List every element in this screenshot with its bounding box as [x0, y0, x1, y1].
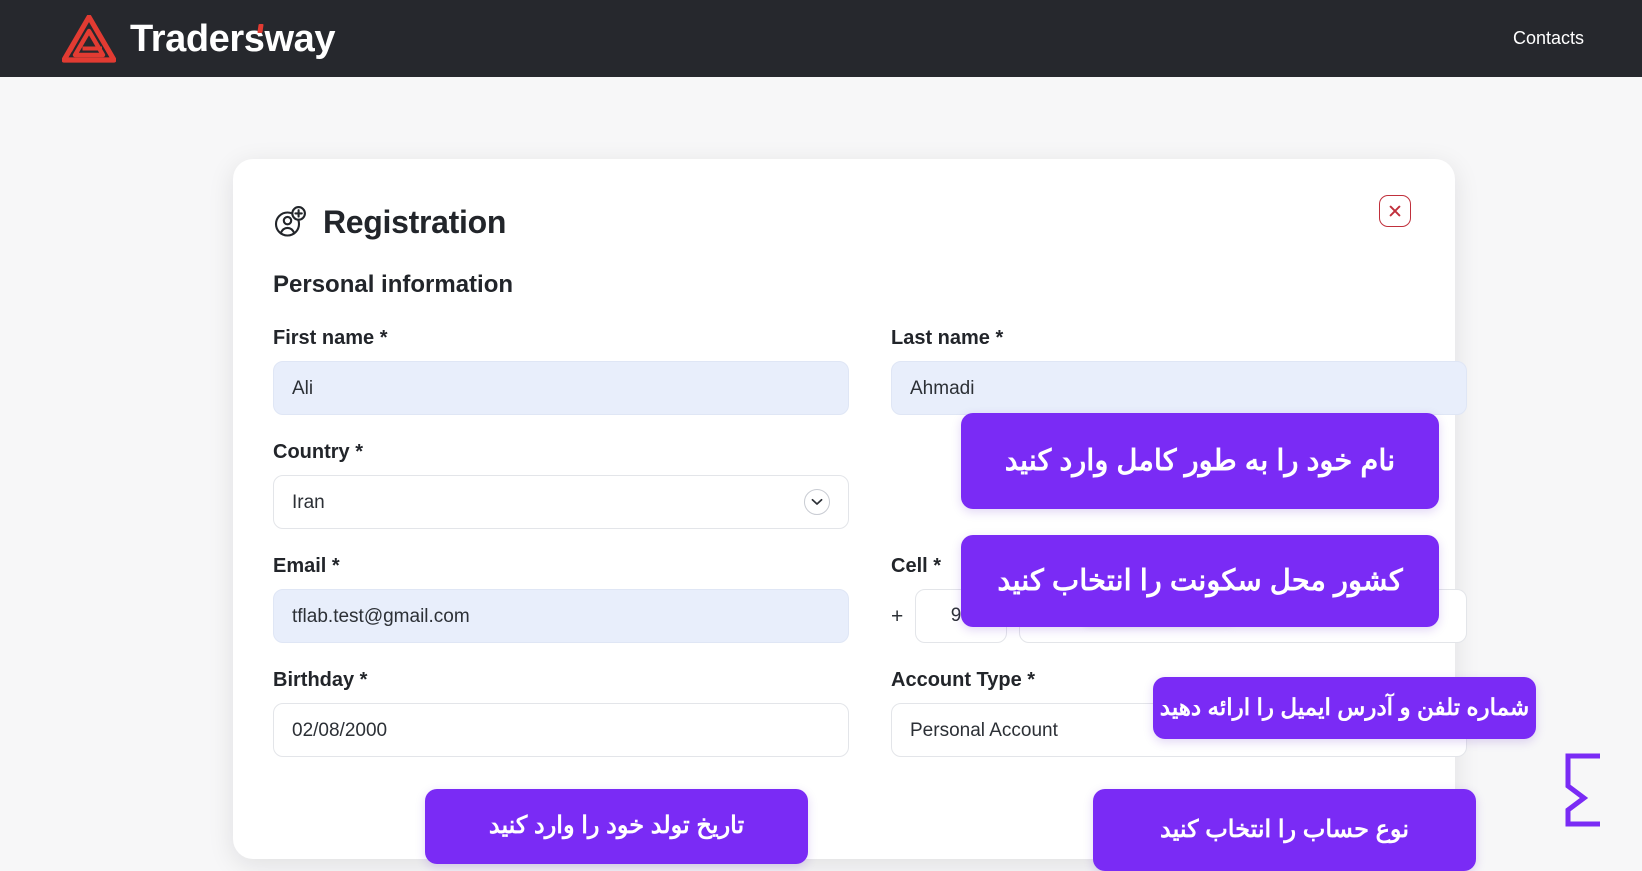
field-first-name: First name * Ali	[273, 327, 849, 415]
phone-plus-sign: +	[891, 604, 904, 628]
header-nav: Contacts	[1513, 28, 1584, 49]
page-title: Registration	[323, 204, 507, 240]
first-name-value: Ali	[292, 377, 314, 399]
chevron-down-icon[interactable]	[804, 489, 830, 515]
label-last-name: Last name *	[891, 327, 1004, 349]
tooltip-country[interactable]: کشور محل سکونت را انتخاب کنید	[961, 535, 1439, 627]
label-first-name: First name *	[273, 327, 388, 349]
add-user-icon	[273, 205, 307, 239]
registration-card: Registration Personal information First …	[233, 159, 1467, 859]
brand-logo[interactable]: Tradersway	[62, 14, 336, 63]
label-email: Email *	[273, 555, 340, 577]
email-field[interactable]: tflab.test@gmail.com	[273, 589, 849, 643]
account-type-value: Personal Account	[910, 719, 1058, 741]
section-title-personal-information: Personal information	[273, 271, 514, 298]
birthday-value: 02/08/2000	[292, 719, 388, 741]
field-birthday: Birthday * 02/08/2000	[273, 669, 849, 757]
tooltip-account-type[interactable]: نوع حساب را انتخاب کنید	[1093, 789, 1476, 871]
tradersway-impossible-triangle-logo	[62, 14, 116, 63]
nav-link-contacts[interactable]: Contacts	[1513, 28, 1584, 49]
last-name-value: Ahmadi	[910, 377, 975, 399]
country-select[interactable]: Iran	[273, 475, 849, 529]
first-name-input[interactable]: Ali	[273, 361, 849, 415]
country-value: Iran	[292, 491, 325, 513]
site-header: Tradersway Contacts	[0, 0, 1642, 77]
email-value: tflab.test@gmail.com	[292, 605, 470, 627]
card-header: Registration	[273, 205, 1415, 239]
tooltip-birthday[interactable]: تاریخ تولد خود را وارد کنید	[425, 789, 808, 864]
field-last-name: Last name * Ahmadi	[891, 327, 1467, 415]
label-birthday: Birthday *	[273, 669, 368, 691]
corner-watermark-icon	[1554, 752, 1606, 828]
tooltip-contact[interactable]: شماره تلفن و آدرس ایمیل را ارائه دهید	[1153, 677, 1536, 739]
field-email: Email * tflab.test@gmail.com	[273, 555, 849, 643]
brand-name: Tradersway	[130, 17, 336, 60]
tooltip-full-name[interactable]: نام خود را به طور کامل وارد کنید	[961, 413, 1439, 509]
close-icon[interactable]	[1379, 195, 1411, 227]
birthday-input[interactable]: 02/08/2000	[273, 703, 849, 757]
last-name-input[interactable]: Ahmadi	[891, 361, 1467, 415]
label-country: Country *	[273, 441, 363, 463]
field-country: Country * Iran	[273, 441, 849, 529]
page-body: Registration Personal information First …	[0, 77, 1642, 871]
